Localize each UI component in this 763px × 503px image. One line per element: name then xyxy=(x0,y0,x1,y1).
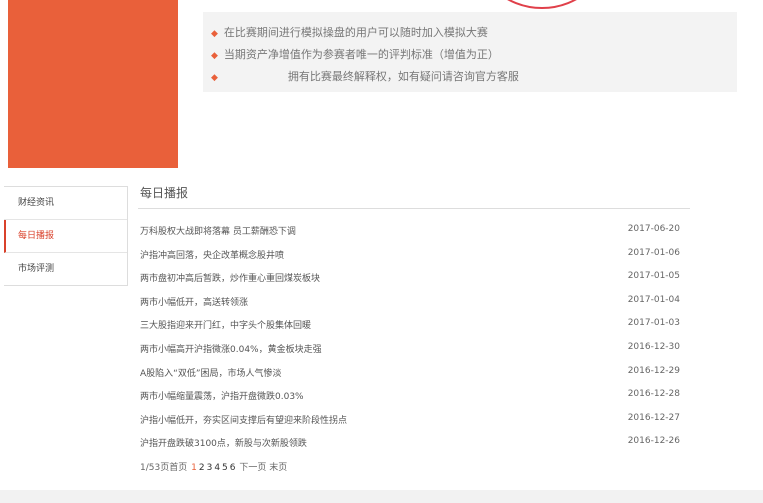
news-date: 2017-01-03 xyxy=(627,318,680,329)
news-row: 沪指冲高回落，央企改革概念股井喷 2017-01-06 xyxy=(140,248,680,262)
sidebar-item-finance-news[interactable]: 财经资讯 xyxy=(4,187,127,220)
news-date: 2017-06-20 xyxy=(627,224,680,234)
next-page-link[interactable]: 下一页 xyxy=(239,463,266,473)
sidebar: 财经资讯 每日播报 市场评测 xyxy=(4,186,128,286)
news-title-link[interactable]: 沪指冲高回落，央企改革概念股井喷 xyxy=(140,251,284,261)
sidebar-item-market-review[interactable]: 市场评测 xyxy=(4,253,127,285)
rule-item: ◆ 在比赛期间进行模拟操盘的用户可以随时加入模拟大赛 xyxy=(211,24,488,40)
rule-text: 拥有比赛最终解释权，如有疑问请咨询官方客服 xyxy=(287,70,519,83)
news-row: 三大股指迎来开门红，中字头个股集体回暖 2017-01-03 xyxy=(140,318,680,332)
news-date: 2016-12-26 xyxy=(627,436,680,447)
news-date: 2017-01-04 xyxy=(627,294,680,305)
page-link[interactable]: 6 xyxy=(230,463,236,473)
news-date: 2016-12-27 xyxy=(627,412,680,423)
news-title-link[interactable]: 两市小幅高开沪指微涨0.04%，黄金板块走强 xyxy=(140,345,322,355)
diamond-bullet-icon: ◆ xyxy=(211,73,218,83)
page-link[interactable]: 2 xyxy=(199,463,205,473)
footer-bar xyxy=(0,490,763,503)
news-row: 万科股权大战即将落幕 员工薪酬恐下调 2017-06-20 xyxy=(140,224,680,238)
news-date: 2016-12-30 xyxy=(627,342,680,352)
rules-panel: ◆ 在比赛期间进行模拟操盘的用户可以随时加入模拟大赛 ◆ 当期资产净增值作为参赛者唯… xyxy=(203,12,737,92)
news-date: 2017-01-06 xyxy=(627,247,680,258)
news-date: 2016-12-28 xyxy=(627,389,680,400)
pagination: 1/53页首页 123456 下一页 末页 xyxy=(140,460,287,473)
news-row: 两市小幅高开沪指微涨0.04%，黄金板块走强 2016-12-30 xyxy=(140,342,680,356)
last-page-link[interactable]: 末页 xyxy=(269,463,287,473)
diamond-bullet-icon: ◆ xyxy=(211,29,218,39)
news-row: A股陷入“双低”困局，市场人气惨淡 2016-12-29 xyxy=(140,366,680,380)
news-date: 2016-12-29 xyxy=(627,365,680,376)
rule-item: ◆ 拥有比赛最终解释权，如有疑问请咨询官方客服 xyxy=(211,68,519,84)
news-date: 2017-01-05 xyxy=(627,271,680,282)
news-row: 沪指开盘跌破3100点，新股与次新股领跌 2016-12-26 xyxy=(140,436,680,450)
decorative-circle xyxy=(470,0,614,9)
page-link[interactable]: 5 xyxy=(222,463,228,473)
news-row: 两市盘初冲高后暂跌，炒作重心重回煤炭板块 2017-01-05 xyxy=(140,271,680,285)
news-title-link[interactable]: 三大股指迎来开门红，中字头个股集体回暖 xyxy=(140,321,311,331)
news-title-link[interactable]: 两市小幅缩量震荡，沪指开盘微跌0.03% xyxy=(140,392,304,402)
divider xyxy=(138,208,690,209)
section-title: 每日播报 xyxy=(140,186,189,200)
banner-image xyxy=(8,0,178,168)
diamond-bullet-icon: ◆ xyxy=(211,51,218,61)
news-title-link[interactable]: 沪指小幅低开，夯实区间支撑后有望迎来阶段性拐点 xyxy=(140,416,347,426)
news-title-link[interactable]: 两市盘初冲高后暂跌，炒作重心重回煤炭板块 xyxy=(140,274,320,284)
page-link[interactable]: 1 xyxy=(191,463,197,473)
rule-text: 在比赛期间进行模拟操盘的用户可以随时加入模拟大赛 xyxy=(223,26,488,39)
news-title-link[interactable]: A股陷入“双低”困局，市场人气惨淡 xyxy=(140,369,281,379)
page-link[interactable]: 3 xyxy=(207,463,213,473)
first-page-link[interactable]: 首页 xyxy=(169,463,187,473)
news-row: 两市小幅低开，高送转领涨 2017-01-04 xyxy=(140,295,680,309)
news-row: 沪指小幅低开，夯实区间支撑后有望迎来阶段性拐点 2016-12-27 xyxy=(140,413,680,427)
sidebar-item-daily-report[interactable]: 每日播报 xyxy=(4,220,127,253)
news-title-link[interactable]: 两市小幅低开，高送转领涨 xyxy=(140,298,248,308)
page-link[interactable]: 4 xyxy=(214,463,220,473)
news-title-link[interactable]: 万科股权大战即将落幕 员工薪酬恐下调 xyxy=(140,227,296,237)
rule-item: ◆ 当期资产净增值作为参赛者唯一的评判标准（增值为正） xyxy=(211,46,499,62)
page-info: 1/53页 xyxy=(140,463,170,473)
news-row: 两市小幅缩量震荡，沪指开盘微跌0.03% 2016-12-28 xyxy=(140,389,680,403)
news-title-link[interactable]: 沪指开盘跌破3100点，新股与次新股领跌 xyxy=(140,439,307,449)
rule-text: 当期资产净增值作为参赛者唯一的评判标准（增值为正） xyxy=(223,48,499,61)
